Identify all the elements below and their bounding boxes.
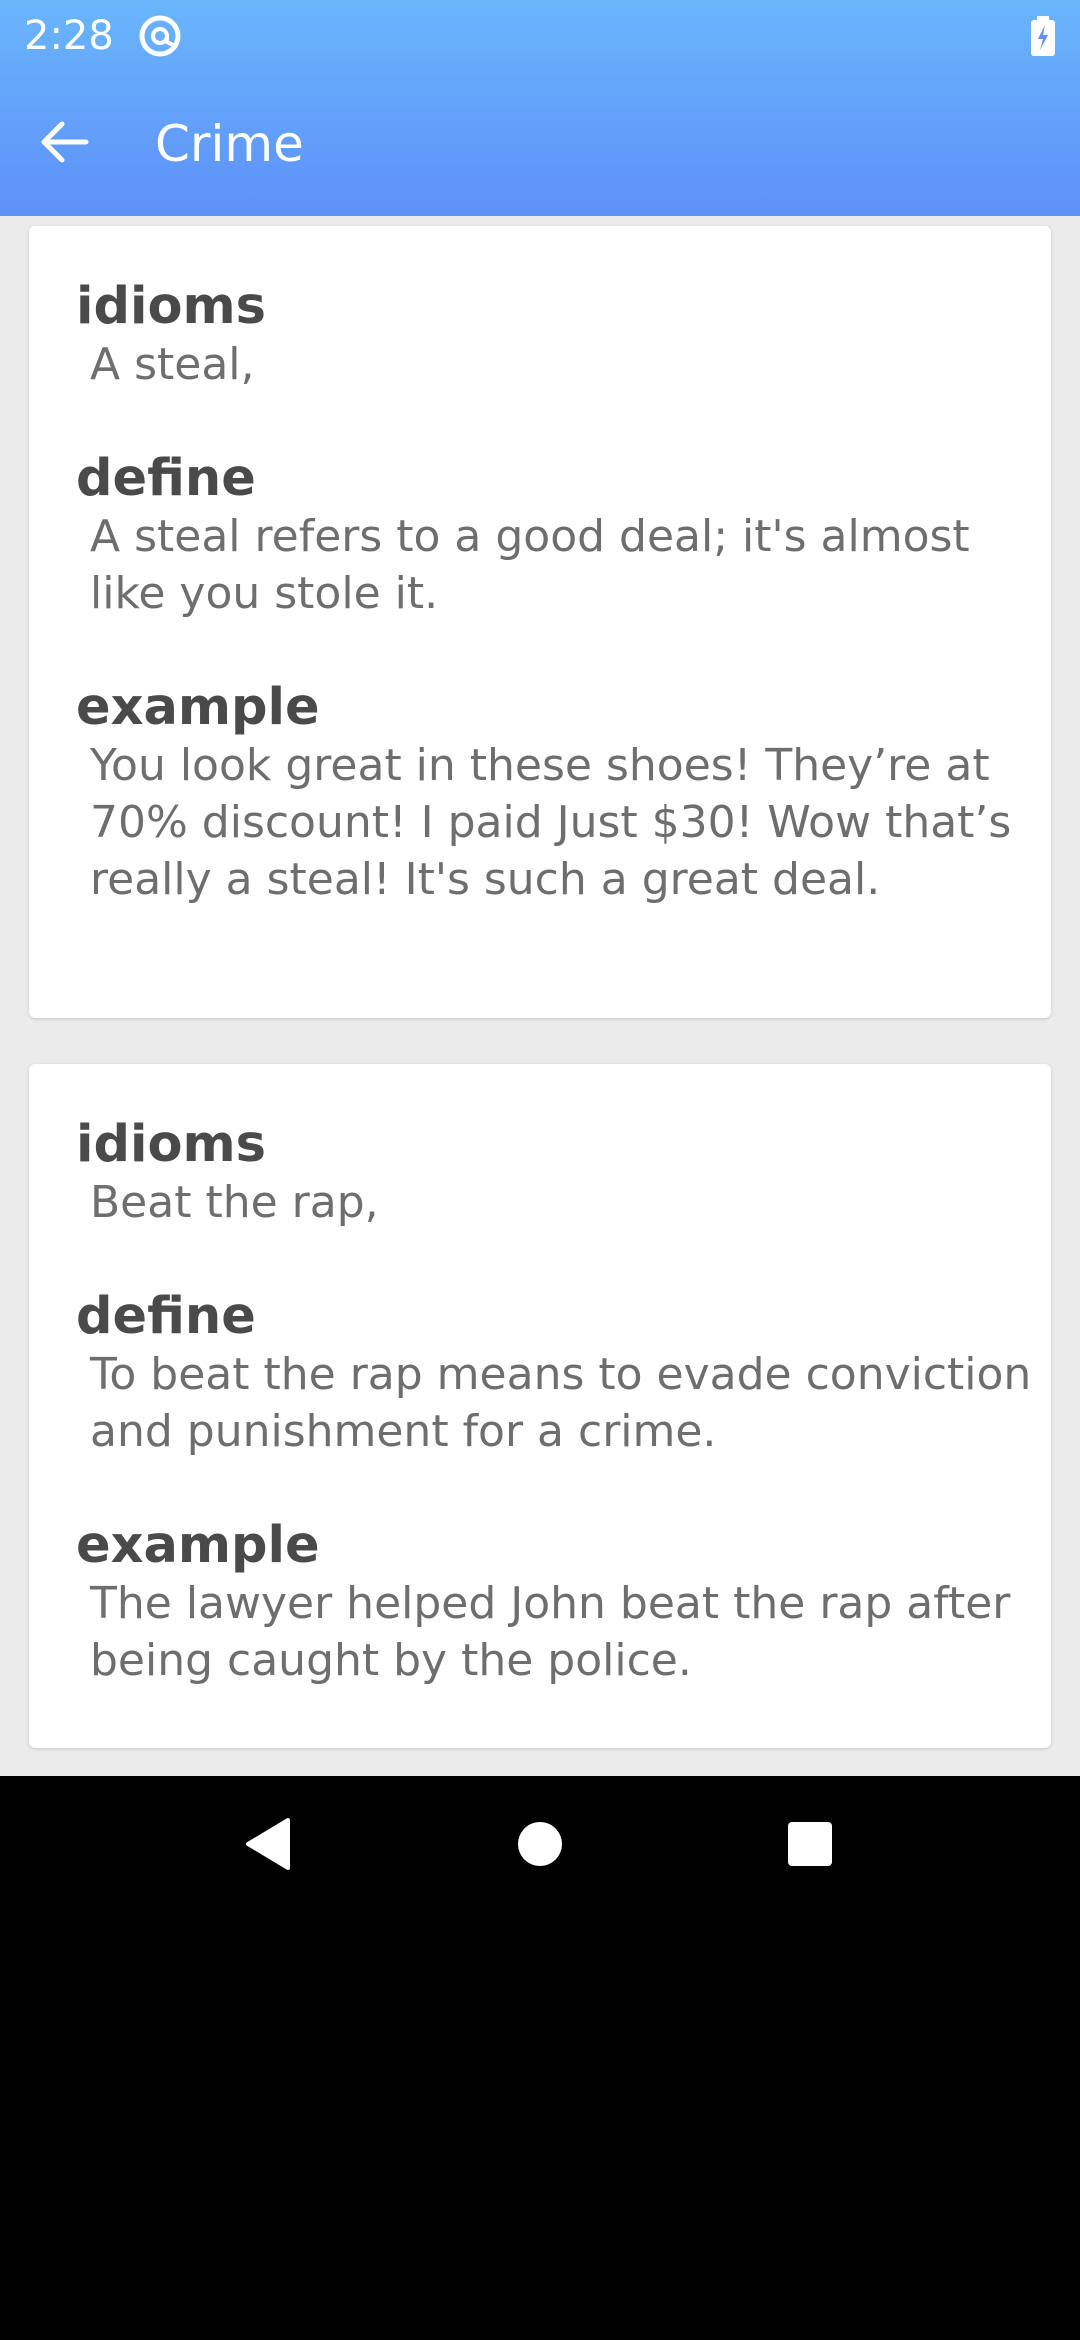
nav-recents-button[interactable] — [770, 1806, 850, 1886]
battery-charging-icon — [1030, 16, 1056, 56]
triangle-back-icon — [244, 1818, 292, 1874]
idiom-list[interactable]: idioms A steal, define A steal refers to… — [0, 216, 1080, 1776]
idioms-label: idioms — [76, 1115, 267, 1174]
define-entry: define To beat the rap means to evade co… — [76, 1288, 1036, 1460]
idioms-value: A steal, — [90, 339, 255, 390]
nav-home-button[interactable] — [500, 1806, 580, 1886]
example-value: The lawyer helped John beat the rap afte… — [90, 1578, 1011, 1686]
example-entry: example You look great in these shoes! T… — [76, 679, 1036, 908]
idiom-entry: idioms A steal, — [76, 278, 1036, 393]
at-sign-icon — [138, 14, 182, 58]
idiom-card: idioms Beat the rap, define To beat the … — [29, 1064, 1051, 1748]
define-entry: define A steal refers to a good deal; it… — [76, 450, 1036, 622]
square-recents-icon — [787, 1821, 833, 1871]
status-bar: 2:28 — [0, 0, 1080, 72]
define-label: define — [76, 449, 256, 508]
define-value: A steal refers to a good deal; it's almo… — [90, 511, 970, 619]
define-label: define — [76, 1287, 256, 1346]
app-header: 2:28 Crime — [0, 0, 1080, 216]
idiom-card: idioms A steal, define A steal refers to… — [29, 226, 1051, 1018]
define-value: To beat the rap means to evade convictio… — [90, 1349, 1032, 1457]
idiom-entry: idioms Beat the rap, — [76, 1116, 1036, 1231]
back-button[interactable] — [24, 108, 104, 180]
example-label: example — [76, 678, 320, 737]
arrow-left-icon — [36, 118, 92, 170]
system-nav-bar — [0, 1776, 1080, 1916]
toolbar: Crime — [0, 72, 1080, 216]
circle-home-icon — [517, 1821, 563, 1871]
page-title: Crime — [155, 115, 304, 173]
example-entry: example The lawyer helped John beat the … — [76, 1517, 1036, 1689]
nav-back-button[interactable] — [228, 1806, 308, 1886]
status-time: 2:28 — [24, 13, 114, 59]
idioms-value: Beat the rap, — [90, 1177, 379, 1228]
example-value: You look great in these shoes! They’re a… — [90, 740, 1012, 905]
example-label: example — [76, 1516, 320, 1575]
idioms-label: idioms — [76, 277, 267, 336]
